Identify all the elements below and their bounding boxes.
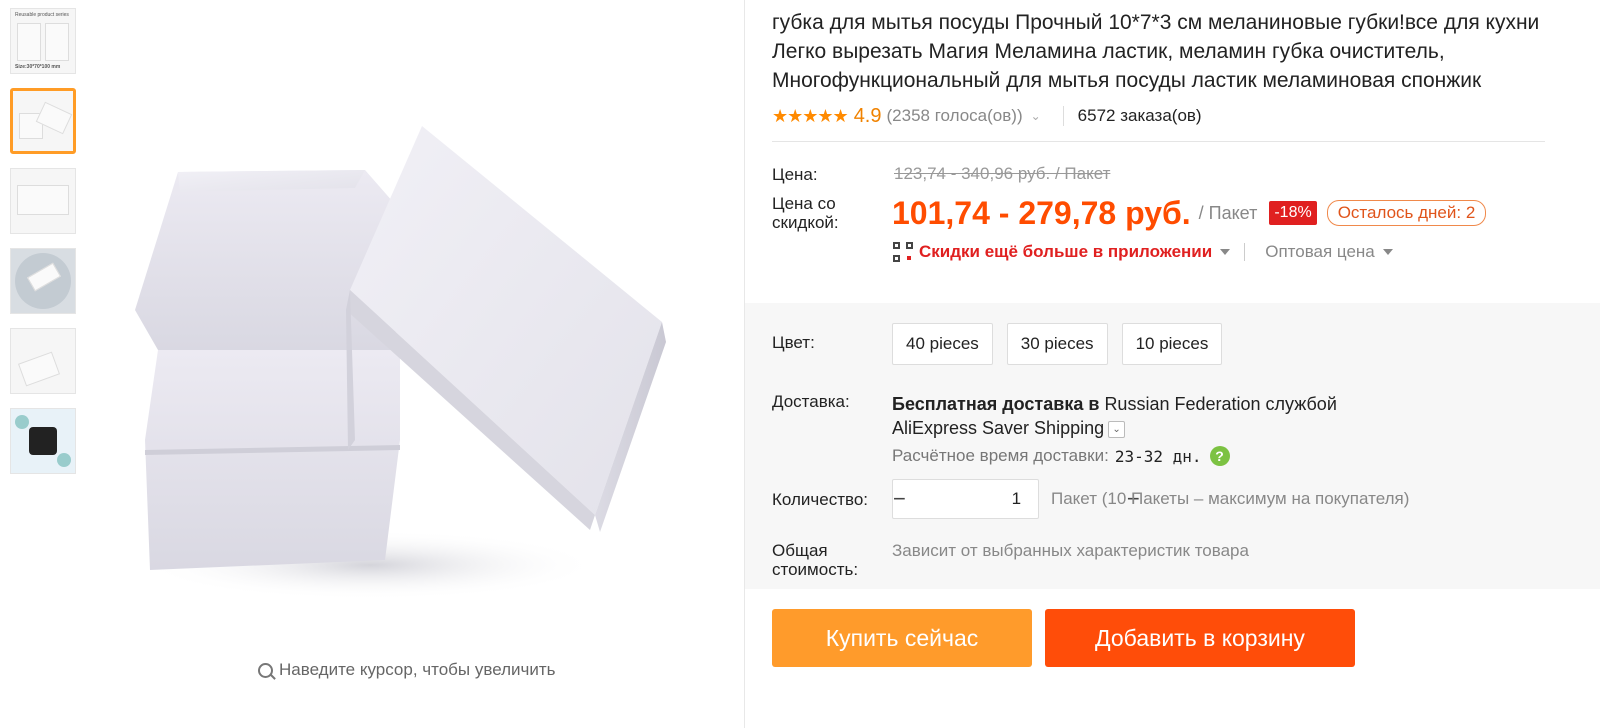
price-block: Цена: 123,74 - 340,96 руб. / Пакет Цена …	[772, 164, 1572, 262]
quantity-decrease-button[interactable]: −	[893, 486, 906, 512]
add-to-cart-button[interactable]: Добавить в корзину	[1045, 609, 1355, 667]
thumbnail-5[interactable]	[10, 328, 76, 394]
product-info: губка для мытья посуды Прочный 10*7*3 см…	[772, 0, 1572, 262]
thumbnail-3[interactable]	[10, 168, 76, 234]
color-row: Цвет: 40 pieces 30 pieces 10 pieces	[772, 323, 1572, 365]
discount-badge: -18%	[1269, 201, 1317, 225]
shipping-description: Бесплатная доставка в Russian Federation…	[892, 392, 1337, 440]
thumbnail-4[interactable]	[10, 248, 76, 314]
caret-down-icon[interactable]	[1382, 249, 1393, 255]
shipping-service: AliExpress Saver Shipping	[892, 418, 1105, 438]
product-title: губка для мытья посуды Прочный 10*7*3 см…	[772, 11, 1540, 92]
quantity-label: Количество:	[772, 489, 869, 509]
rating-value: 4.9	[853, 104, 882, 127]
free-shipping-text: Бесплатная доставка в	[892, 394, 1100, 414]
caret-down-icon[interactable]	[1220, 249, 1231, 255]
zoom-hint-text: Наведите курсор, чтобы увеличить	[279, 660, 556, 679]
star-rating-icon: ★★★★★	[772, 105, 849, 126]
eta-value: 23-32 дн.	[1114, 446, 1202, 466]
thumbnail-2[interactable]	[10, 88, 76, 154]
chevron-down-icon[interactable]: ⌄	[1031, 109, 1041, 123]
days-left-badge: Осталось дней: 2	[1326, 200, 1487, 226]
app-promo-row: Скидки ещё больше в приложении Оптовая ц…	[893, 242, 1572, 262]
main-product-image[interactable]	[110, 20, 730, 630]
shipping-dropdown-icon[interactable]: ⌄	[1108, 420, 1126, 438]
buy-now-button[interactable]: Купить сейчас	[772, 609, 1032, 667]
total-value: Зависит от выбранных характеристик товар…	[892, 541, 1249, 560]
price-unit: / Пакет	[1198, 202, 1258, 223]
separator	[1062, 106, 1064, 126]
divider-line	[772, 141, 1545, 142]
shipping-row: Доставка: Бесплатная доставка в Russian …	[772, 392, 1572, 466]
shipping-service-prefix: службой	[1265, 394, 1337, 414]
zoom-hint: Наведите курсор, чтобы увеличить	[258, 660, 556, 680]
app-promo-link[interactable]: Скидки ещё больше в приложении	[919, 242, 1212, 262]
votes-count[interactable]: (2358 голоса(ов))	[887, 106, 1023, 126]
options-content: Цвет: 40 pieces 30 pieces 10 pieces Дост…	[772, 303, 1572, 579]
quantity-note: Пакет (10 Пакеты – максимум на покупател…	[1051, 489, 1410, 508]
search-icon	[258, 662, 273, 678]
color-option-30[interactable]: 30 pieces	[1006, 323, 1108, 365]
thumbnail-list: Reusable product series Size:30*70*100 m…	[10, 8, 76, 488]
eta-label: Расчётное время доставки:	[892, 446, 1109, 465]
thumbnail-1[interactable]: Reusable product series Size:30*70*100 m…	[10, 8, 76, 74]
shipping-label: Доставка:	[772, 392, 850, 411]
thumbnail-6[interactable]	[10, 408, 76, 474]
quantity-stepper: − +	[892, 479, 1140, 519]
color-label: Цвет:	[772, 333, 815, 352]
orders-count: 6572 заказа(ов)	[1077, 106, 1202, 125]
shipping-country: Russian Federation	[1104, 394, 1261, 414]
old-price: 123,74 - 340,96 руб. / Пакет	[894, 164, 1111, 183]
price-label: Цена:	[772, 164, 818, 184]
help-icon[interactable]: ?	[1209, 446, 1230, 466]
separator	[1244, 243, 1246, 261]
thumbnail-caption-top: Reusable product series	[15, 12, 69, 18]
color-option-10[interactable]: 10 pieces	[1121, 323, 1223, 365]
delivery-estimate: Расчётное время доставки: 23-32 дн. ?	[892, 446, 1337, 466]
quantity-row: Количество: − + Пакет (10 Пакеты – макси…	[772, 479, 1572, 519]
total-label: Общая стоимость:	[772, 541, 859, 579]
action-buttons: Купить сейчас Добавить в корзину	[772, 609, 1355, 667]
wholesale-price-link[interactable]: Оптовая цена	[1265, 242, 1375, 262]
total-row: Общая стоимость: Зависит от выбранных ха…	[772, 541, 1572, 579]
discount-price-label: Цена со скидкой:	[772, 194, 839, 232]
discount-price: 101,74 - 279,78 руб.	[892, 195, 1191, 231]
thumbnail-caption-bottom: Size:30*70*100 mm	[15, 64, 61, 70]
rating-row: ★★★★★ 4.9 (2358 голоса(ов)) ⌄ 6572 заказ…	[772, 99, 1572, 133]
color-option-40[interactable]: 40 pieces	[892, 323, 993, 365]
qr-code-icon	[893, 242, 913, 262]
